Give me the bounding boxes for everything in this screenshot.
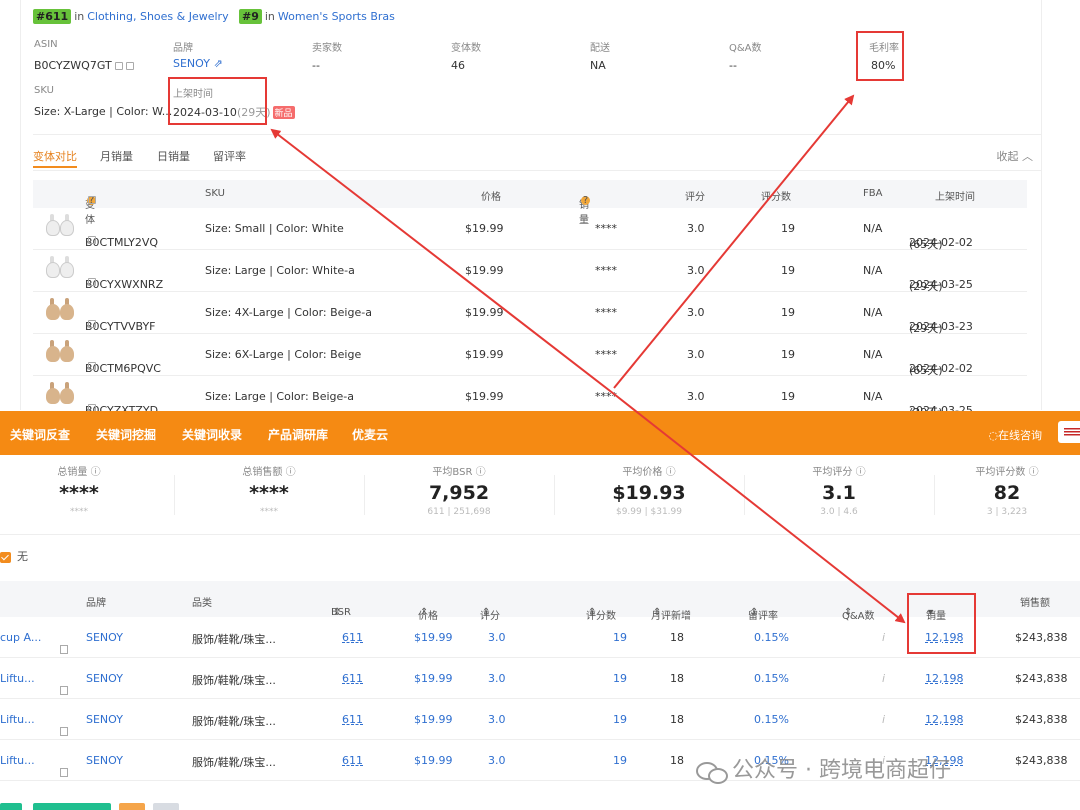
arrow-to-listed-date (270, 128, 615, 395)
annotation-arrows (270, 94, 906, 624)
arrow-to-sales (613, 393, 906, 624)
arrow-to-margin (613, 94, 855, 389)
